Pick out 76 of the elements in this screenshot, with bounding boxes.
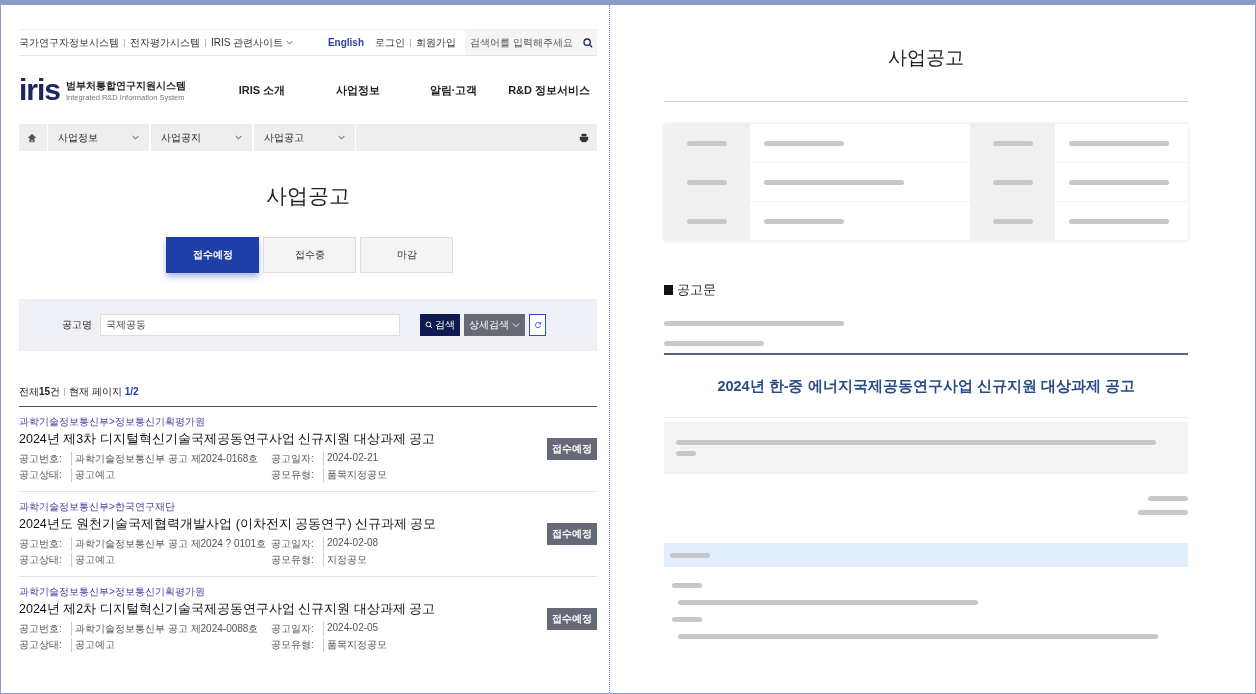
site-search-field[interactable]: 검색어를 입력해주세요 xyxy=(465,30,579,55)
meta-label: 공모유형: xyxy=(271,553,315,567)
refresh-button[interactable] xyxy=(529,314,546,336)
nav-menu-item[interactable]: R&D 정보서비스 xyxy=(501,82,597,98)
section-heading: 공고문 xyxy=(677,281,716,299)
meta-value: 공고예고 xyxy=(71,553,271,567)
square-bullet-icon xyxy=(664,285,673,295)
agency-path: 과학기술정보통신부>한국연구재단 xyxy=(19,500,176,514)
announcement-headline: 2024년 한-중 에너지국제공동연구사업 신규지원 대상과제 공고 xyxy=(717,376,1135,396)
language-link[interactable]: English xyxy=(327,37,364,48)
meta-label: 공고상태: xyxy=(19,553,63,567)
meta-label: 공고번호: xyxy=(19,537,63,551)
meta-value: 공고예고 xyxy=(71,638,271,652)
related-sites-dropdown[interactable]: IRIS 관련사이트 xyxy=(211,35,294,50)
utility-link[interactable]: 전자평가시스템 xyxy=(130,35,200,50)
chevron-down-icon xyxy=(338,135,345,140)
status-badge: 접수예정 xyxy=(547,522,597,545)
nav-menu-item[interactable]: IRIS 소개 xyxy=(214,82,310,98)
search-button[interactable]: 검색 xyxy=(420,314,460,336)
status-tab[interactable]: 접수중 xyxy=(263,237,356,273)
page-indicator: 현재 페이지 1/2 xyxy=(69,385,139,399)
search-label: 공고명 xyxy=(62,318,93,332)
announcement-title[interactable]: 2024년도 원천기술국제협력개발사업 (이차전지 공동연구) 신규과제 공모 xyxy=(19,516,547,533)
home-icon[interactable] xyxy=(27,132,37,143)
illegible-text-line xyxy=(1148,496,1188,501)
refresh-icon xyxy=(533,321,542,329)
page-title: 사업공고 xyxy=(265,183,351,209)
chevron-down-icon xyxy=(235,135,242,140)
illegible-text-line xyxy=(1138,510,1188,515)
meta-value: 품목지정공모 xyxy=(323,468,547,482)
nav-menu-item[interactable]: 사업정보 xyxy=(309,82,406,98)
meta-value: 과학기술정보통신부 공고 제2024-0088호 xyxy=(71,622,271,636)
status-tab[interactable]: 마감 xyxy=(360,237,453,273)
announcement-title[interactable]: 2024년 제2차 디지털혁신기술국제공동연구사업 신규지원 대상과제 공고 xyxy=(19,601,547,618)
search-icon xyxy=(425,321,433,329)
search-icon xyxy=(583,37,593,48)
meta-label: 공고일자: xyxy=(271,537,315,551)
nav-menu-item[interactable]: 알림·고객 xyxy=(405,82,502,98)
illegible-text-line xyxy=(672,617,702,622)
meta-value: 지정공모 xyxy=(323,553,547,567)
status-badge: 접수예정 xyxy=(547,607,597,630)
status-badge: 접수예정 xyxy=(547,437,597,460)
meta-label: 공고상태: xyxy=(19,468,63,482)
meta-value: 공고예고 xyxy=(71,468,271,482)
status-tab[interactable]: 접수예정 xyxy=(166,237,259,273)
meta-label: 공고일자: xyxy=(271,452,315,466)
signup-link[interactable]: 회원가입 xyxy=(416,35,456,50)
total-count: 전체15건 xyxy=(19,385,61,399)
announcement-title[interactable]: 2024년 제3차 디지털혁신기술국제공동연구사업 신규지원 대상과제 공고 xyxy=(19,431,547,448)
login-link[interactable]: 로그인 xyxy=(375,35,405,50)
announcement-name-field[interactable]: 국제공동 xyxy=(100,314,400,336)
illegible-text-line xyxy=(672,583,702,588)
logo-mark[interactable]: iris xyxy=(19,75,61,105)
meta-value: 과학기술정보통신부 공고 제2024-0168호 xyxy=(71,452,271,466)
meta-label: 공고일자: xyxy=(271,622,315,636)
meta-label: 공고상태: xyxy=(19,638,63,652)
chevron-down-icon xyxy=(286,40,294,45)
breadcrumb-dropdown[interactable]: 사업정보 xyxy=(47,124,150,151)
meta-label: 공고번호: xyxy=(19,452,63,466)
meta-label: 공고번호: xyxy=(19,622,63,636)
chevron-down-icon xyxy=(132,135,139,140)
agency-path: 과학기술정보통신부>정보통신기획평가원 xyxy=(19,415,206,429)
breadcrumb-dropdown[interactable]: 사업공고 xyxy=(253,124,356,151)
logo-name: 범부처통합연구지원시스템 xyxy=(66,78,187,93)
meta-label: 공모유형: xyxy=(271,468,315,482)
page-title: 사업공고 xyxy=(887,46,965,70)
utility-link[interactable]: 국가연구자정보시스템 xyxy=(19,35,119,50)
chevron-down-icon xyxy=(512,321,520,329)
breadcrumb-dropdown[interactable]: 사업공지 xyxy=(150,124,253,151)
meta-value: 과학기술정보통신부 공고 제2024 ? 0101호 xyxy=(71,537,271,551)
detail-search-button[interactable]: 상세검색 xyxy=(464,314,525,336)
print-icon[interactable] xyxy=(579,132,589,143)
agency-path: 과학기술정보통신부>정보통신기획평가원 xyxy=(19,585,206,599)
meta-label: 공모유형: xyxy=(271,638,315,652)
search-button[interactable] xyxy=(579,30,597,55)
meta-value: 품목지정공모 xyxy=(323,638,547,652)
